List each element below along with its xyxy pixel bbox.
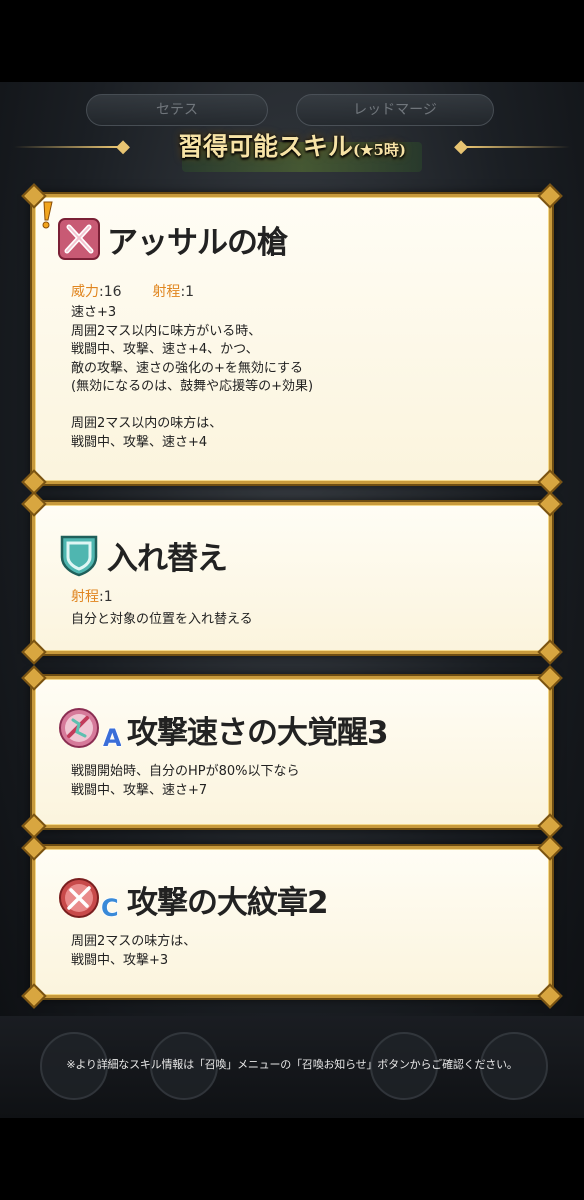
- exclamation-icon: [41, 201, 53, 229]
- might-label: 威力: [71, 284, 99, 300]
- attack-sword-skill-c-icon: C: [57, 877, 121, 922]
- skill-header: アッサルの槍: [57, 215, 288, 263]
- skill-card-passive-a[interactable]: A 攻撃速さの大覚醒3 戦闘開始時、自分のHPが80%以下なら 戦闘中、攻撃、速…: [21, 665, 563, 839]
- skill-card-weapon[interactable]: アッサルの槍 威力:16 射程:1 速さ+3 周囲2マス以内に味方がいる時、 戦…: [21, 183, 563, 495]
- skill-name: アッサルの槍: [107, 224, 288, 261]
- skill-description: 自分と対象の位置を入れ替える: [71, 612, 253, 627]
- skill-name: 攻撃速さの大覚醒3: [127, 714, 389, 751]
- might-value: :16: [99, 284, 122, 300]
- skill-header: C 攻撃の大紋章2: [57, 875, 329, 923]
- skill-card-assist[interactable]: 入れ替え 射程:1 自分と対象の位置を入れ替える: [21, 491, 563, 665]
- range-value: :1: [180, 284, 195, 300]
- shield-assist-icon: [57, 533, 101, 577]
- skill-header: 入れ替え: [57, 531, 228, 579]
- attack-speed-skill-a-icon: A: [57, 707, 121, 752]
- game-screen: セテス レッドマージ ◆ ◆ 習得可能スキル(★5時) アッサルの槍 威力:16…: [0, 82, 584, 1118]
- page-title-main: 習得可能スキル: [177, 132, 353, 161]
- skill-name: 攻撃の大紋章2: [127, 884, 329, 921]
- background-tab-class-name: レッドマージ: [296, 94, 494, 126]
- skill-name: 入れ替え: [107, 540, 228, 577]
- crossed-swords-weapon-icon: [57, 217, 101, 261]
- skill-description: 周囲2マスの味方は、 戦闘中、攻撃+3: [71, 934, 197, 968]
- range-label: 射程: [152, 284, 181, 300]
- skill-card-passive-c[interactable]: C 攻撃の大紋章2 周囲2マスの味方は、 戦闘中、攻撃+3: [21, 835, 563, 1009]
- background-tab-hero-name: セテス: [86, 94, 268, 126]
- skill-stats: 射程:1: [71, 586, 113, 606]
- footnote: ※より詳細なスキル情報は「召喚」メニューの「召喚お知らせ」ボタンからご確認くださ…: [66, 1058, 518, 1071]
- skill-description: 戦闘開始時、自分のHPが80%以下なら 戦闘中、攻撃、速さ+7: [71, 764, 300, 798]
- range-label: 射程: [71, 589, 99, 605]
- skill-header: A 攻撃速さの大覚醒3: [57, 705, 389, 753]
- skill-stats: 威力:16 射程:1: [71, 281, 194, 301]
- background-tabs: セテス レッドマージ: [0, 90, 584, 130]
- page-title: 習得可能スキル(★5時): [0, 126, 584, 171]
- page-title-suffix: (★5時): [352, 141, 407, 159]
- svg-text:C: C: [101, 894, 119, 922]
- skill-description: 速さ+3 周囲2マス以内に味方がいる時、 戦闘中、攻撃、速さ+4、かつ、 敵の攻…: [71, 305, 314, 450]
- title-bar: ◆ ◆ 習得可能スキル(★5時): [0, 126, 584, 168]
- range-value: :1: [99, 589, 113, 605]
- svg-text:A: A: [103, 724, 121, 752]
